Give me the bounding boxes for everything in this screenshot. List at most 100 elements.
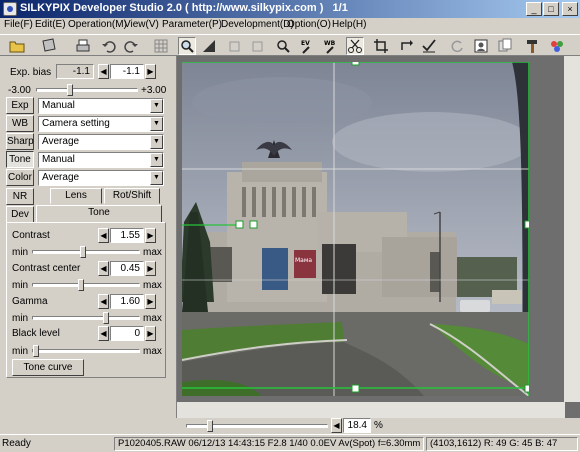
zoom-input[interactable]: 18.4 <box>343 418 371 433</box>
contrast-increase-button[interactable]: ▶ <box>145 228 156 243</box>
zoom-tool-icon[interactable] <box>178 37 196 55</box>
contrast-center-min: min <box>12 280 29 291</box>
black-level-decrease-button[interactable]: ◀ <box>98 326 109 341</box>
exp-bias-slider[interactable] <box>36 84 138 96</box>
black-level-max: max <box>143 346 162 357</box>
contrast-input[interactable]: 1.55 <box>110 228 144 243</box>
magnifier-icon[interactable] <box>274 37 292 55</box>
portrait-icon[interactable] <box>472 37 490 55</box>
close-button[interactable]: × <box>562 2 578 16</box>
crop-tool-icon[interactable] <box>200 37 218 55</box>
tab-lens[interactable]: Lens <box>50 188 102 204</box>
menu-file[interactable]: File(F) <box>4 19 33 30</box>
crop-ratio-icon[interactable] <box>372 37 390 55</box>
exp-bias-slider-thumb[interactable] <box>67 84 73 96</box>
contrast-slider[interactable] <box>32 246 140 258</box>
tone-select[interactable]: Manual ▼ <box>38 152 164 168</box>
exp-button[interactable]: Exp <box>6 97 34 114</box>
wb-select[interactable]: Camera setting ▼ <box>38 116 164 132</box>
window-title: SILKYPIX Developer Studio 2.0 ( http://w… <box>20 2 348 14</box>
menu-option[interactable]: Option(O) <box>287 19 331 30</box>
print-icon[interactable] <box>74 37 92 55</box>
horizontal-scrollbar[interactable] <box>177 402 565 418</box>
contrast-center-max: max <box>143 280 162 291</box>
wb-picker-icon[interactable]: WB <box>322 37 340 55</box>
scissors-icon[interactable] <box>346 37 364 55</box>
wb-button[interactable]: WB <box>6 115 34 132</box>
redo-icon[interactable] <box>122 37 140 55</box>
black-level-increase-button[interactable]: ▶ <box>145 326 156 341</box>
status-pixel-info: (4103,1612) R: 49 G: 45 B: 47 <box>426 437 578 451</box>
color-select-value: Average <box>42 172 80 183</box>
contrast-center-decrease-button[interactable]: ◀ <box>98 261 109 276</box>
save-icon[interactable] <box>40 37 58 55</box>
black-level-min: min <box>12 346 29 357</box>
menu-edit[interactable]: Edit(E) <box>35 19 66 30</box>
zoom-controls: ◀ 18.4 % <box>176 418 580 434</box>
menu-development[interactable]: Development(D) <box>221 19 294 30</box>
copy-icon[interactable] <box>496 37 514 55</box>
tab-tone[interactable]: Tone <box>36 205 162 223</box>
gamma-increase-button[interactable]: ▶ <box>145 294 156 309</box>
refresh-icon[interactable] <box>448 37 466 55</box>
hammer-icon[interactable] <box>524 37 542 55</box>
photo-preview[interactable]: Мама <box>182 62 529 396</box>
check-icon[interactable] <box>420 37 438 55</box>
color-select[interactable]: Average ▼ <box>38 170 164 186</box>
vertical-scrollbar[interactable] <box>564 56 580 402</box>
menu-help[interactable]: Help(H) <box>332 19 366 30</box>
chevron-down-icon: ▼ <box>150 99 163 113</box>
grid-icon[interactable] <box>152 37 170 55</box>
nr-button[interactable]: NR <box>6 188 34 205</box>
contrast-center-slider-thumb[interactable] <box>78 279 84 291</box>
color-button[interactable]: Color <box>6 169 34 186</box>
black-level-slider[interactable] <box>32 345 140 357</box>
contrast-max: max <box>143 247 162 258</box>
open-folder-icon[interactable] <box>8 37 26 55</box>
gamma-max: max <box>143 313 162 324</box>
menu-parameter[interactable]: Parameter(P) <box>162 19 222 30</box>
sharp-button[interactable]: Sharp <box>6 133 34 150</box>
dev-button[interactable]: Dev <box>6 206 34 223</box>
rotate-cw-icon[interactable] <box>398 37 416 55</box>
contrast-center-input[interactable]: 0.45 <box>110 261 144 276</box>
tone-curve-button[interactable]: Tone curve <box>12 359 84 376</box>
black-level-slider-thumb[interactable] <box>33 345 39 357</box>
gamma-input[interactable]: 1.60 <box>110 294 144 309</box>
exp-select-value: Manual <box>42 100 75 111</box>
gamma-decrease-button[interactable]: ◀ <box>98 294 109 309</box>
gamma-slider[interactable] <box>32 312 140 324</box>
chevron-down-icon: ▼ <box>150 171 163 185</box>
exp-bias-min: -3.00 <box>8 85 31 96</box>
sharp-select[interactable]: Average ▼ <box>38 134 164 150</box>
menu-operation[interactable]: Operation(M) <box>68 19 127 30</box>
undo-icon[interactable] <box>100 37 118 55</box>
maximize-button[interactable]: □ <box>543 2 559 16</box>
ev-picker-icon[interactable]: EV <box>298 37 316 55</box>
toolbar: EV WB <box>0 34 580 56</box>
tab-rot-shift[interactable]: Rot/Shift <box>104 188 160 204</box>
exp-bias-decrease-button[interactable]: ◀ <box>98 64 109 79</box>
rotate-left-icon[interactable] <box>226 37 244 55</box>
zoom-decrease-button[interactable]: ◀ <box>331 418 342 433</box>
contrast-center-slider[interactable] <box>32 279 140 291</box>
contrast-slider-thumb[interactable] <box>80 246 86 258</box>
exp-select[interactable]: Manual ▼ <box>38 98 164 114</box>
minimize-button[interactable]: _ <box>526 2 542 16</box>
rotate-right-icon[interactable] <box>248 37 266 55</box>
menu-bar: File(F) Edit(E) Operation(M) View(V) Par… <box>0 18 580 34</box>
zoom-slider-thumb[interactable] <box>207 420 213 432</box>
gamma-slider-thumb[interactable] <box>103 312 109 324</box>
menu-view[interactable]: View(V) <box>124 19 159 30</box>
tone-button[interactable]: Tone <box>6 151 34 168</box>
poster-text: Мама <box>295 257 312 264</box>
settings-icon[interactable] <box>548 37 566 55</box>
exp-bias-input[interactable]: -1.1 <box>110 64 144 79</box>
gamma-min: min <box>12 313 29 324</box>
contrast-decrease-button[interactable]: ◀ <box>98 228 109 243</box>
zoom-slider[interactable] <box>186 420 328 432</box>
exp-bias-increase-button[interactable]: ▶ <box>145 64 156 79</box>
image-viewer[interactable]: Мама <box>176 56 580 418</box>
black-level-input[interactable]: 0 <box>110 326 144 341</box>
contrast-center-increase-button[interactable]: ▶ <box>145 261 156 276</box>
